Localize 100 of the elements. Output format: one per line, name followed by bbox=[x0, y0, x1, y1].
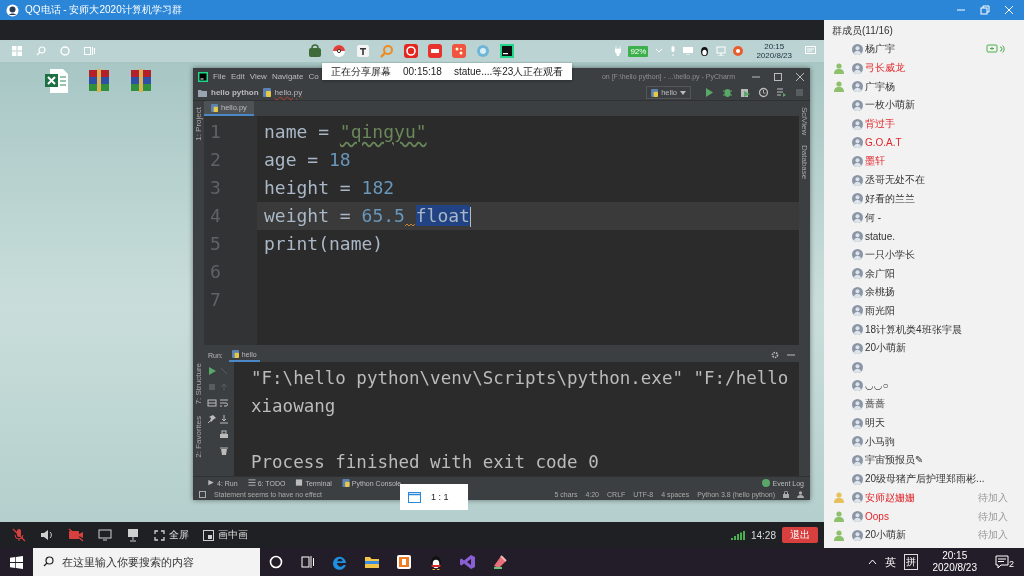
avatar-icon bbox=[852, 137, 863, 149]
fullscreen-icon bbox=[154, 529, 165, 541]
menu-item[interactable]: Co bbox=[308, 72, 319, 81]
menu-item[interactable]: File bbox=[213, 72, 226, 81]
console-line: xiaowang bbox=[251, 395, 337, 418]
lock-icon[interactable] bbox=[783, 491, 789, 498]
text-tool-icon[interactable] bbox=[356, 44, 370, 58]
terminal-icon bbox=[295, 479, 304, 487]
restore-button[interactable] bbox=[980, 5, 990, 15]
play-icon[interactable] bbox=[207, 366, 217, 376]
clock-time: 20:15 bbox=[942, 550, 968, 562]
tool-window-tab[interactable]: 2: Favorites bbox=[194, 416, 203, 459]
avatar-icon bbox=[852, 454, 863, 466]
app-icon[interactable] bbox=[428, 44, 442, 58]
member-name: 杨广宇 bbox=[865, 42, 895, 57]
avatar-icon bbox=[852, 529, 863, 541]
coverage-button[interactable] bbox=[740, 87, 751, 98]
microphone-button[interactable] bbox=[12, 528, 26, 542]
member-name: 墨轩 bbox=[865, 154, 885, 169]
tool-window-tab[interactable]: 1: Project bbox=[194, 107, 203, 141]
settings-icon[interactable] bbox=[771, 351, 779, 359]
trash-icon[interactable] bbox=[219, 446, 229, 456]
search-field[interactable]: 在这里输入你要搜索的内容 bbox=[33, 548, 260, 576]
folder-button[interactable] bbox=[364, 554, 380, 570]
code-editor-button[interactable] bbox=[460, 554, 476, 570]
tool-window-tab[interactable]: 7: Structure bbox=[194, 363, 203, 405]
breadcrumb[interactable]: hello.py bbox=[274, 88, 303, 97]
input-language[interactable]: 英 bbox=[885, 554, 897, 570]
avatar-icon bbox=[852, 43, 863, 55]
hide-icon[interactable] bbox=[787, 351, 795, 359]
python-icon bbox=[231, 350, 239, 358]
layout-icon[interactable] bbox=[207, 398, 217, 408]
avatar-icon bbox=[852, 417, 863, 429]
app-icon[interactable] bbox=[733, 46, 744, 56]
bag-icon[interactable] bbox=[308, 44, 322, 58]
avatar-icon bbox=[852, 511, 863, 523]
chevron-up-icon[interactable] bbox=[868, 559, 878, 565]
wrap-icon[interactable] bbox=[219, 398, 229, 408]
start-button[interactable] bbox=[10, 555, 23, 569]
ball-icon[interactable] bbox=[332, 44, 346, 58]
avatar-icon bbox=[852, 62, 863, 74]
zoom-ratio-button[interactable]: 1 : 1 bbox=[400, 484, 468, 510]
penguin-button[interactable] bbox=[428, 554, 444, 570]
member-name: Oops bbox=[865, 511, 889, 523]
app-icon[interactable] bbox=[404, 44, 418, 58]
ide-icon[interactable] bbox=[500, 44, 514, 58]
menu-item[interactable]: View bbox=[249, 72, 267, 81]
avatar-icon bbox=[852, 118, 863, 130]
fullscreen-button[interactable]: 全屏 bbox=[154, 528, 189, 542]
member-name: 雨光阳 bbox=[865, 303, 895, 318]
panel-title: 群成员(11/16) bbox=[831, 24, 894, 38]
cortana-button[interactable] bbox=[268, 554, 284, 570]
breadcrumb[interactable]: hello python bbox=[211, 88, 259, 97]
menu-item[interactable]: Edit bbox=[230, 72, 245, 81]
panel-icon[interactable] bbox=[199, 491, 206, 498]
close-button[interactable] bbox=[796, 72, 804, 81]
leave-button[interactable]: 退出 bbox=[782, 527, 818, 543]
print-icon[interactable] bbox=[219, 430, 229, 440]
spreadsheet-file-icon[interactable] bbox=[44, 68, 70, 94]
archive-file-icon[interactable] bbox=[128, 68, 154, 94]
window-icon bbox=[408, 491, 421, 503]
picture-in-picture-button[interactable]: 画中画 bbox=[203, 528, 248, 542]
speaker-button[interactable] bbox=[40, 528, 54, 542]
person-icon[interactable] bbox=[797, 491, 804, 498]
run-button[interactable] bbox=[704, 87, 715, 98]
camera-button[interactable] bbox=[68, 528, 84, 542]
presentation-button[interactable] bbox=[126, 528, 140, 542]
app-button[interactable] bbox=[396, 554, 412, 570]
pin-icon[interactable] bbox=[207, 414, 217, 424]
viewer-count: statue....等23人正在观看 bbox=[453, 64, 564, 79]
build-button[interactable] bbox=[776, 87, 787, 98]
input-mode[interactable]: 拼 bbox=[904, 554, 919, 570]
tool-window-tab[interactable]: SciView bbox=[800, 107, 809, 136]
avatar-icon bbox=[852, 324, 863, 336]
member-status: 待加入 bbox=[978, 528, 1008, 543]
avatar-icon bbox=[852, 361, 863, 373]
play-icon bbox=[207, 479, 215, 487]
screen-share-button[interactable] bbox=[98, 528, 112, 542]
tool-window-tab[interactable]: Database bbox=[800, 145, 809, 180]
debug-button[interactable] bbox=[722, 87, 733, 98]
penguin-icon[interactable] bbox=[700, 46, 710, 56]
console-line: Process finished with exit code 0 bbox=[251, 451, 600, 474]
maximize-button[interactable] bbox=[774, 72, 782, 81]
battery-indicator: 92% bbox=[628, 45, 649, 57]
task-view-button[interactable] bbox=[300, 554, 316, 570]
profile-button[interactable] bbox=[758, 87, 769, 98]
menu-item[interactable]: Navigate bbox=[271, 72, 304, 81]
avatar-icon bbox=[852, 436, 863, 448]
archive-file-icon[interactable] bbox=[86, 68, 112, 94]
member-name: G.O.A.T bbox=[865, 137, 902, 149]
app-button[interactable] bbox=[492, 554, 508, 570]
avatar-icon bbox=[852, 286, 863, 298]
browser-button[interactable] bbox=[332, 554, 348, 570]
scroll-end-icon[interactable] bbox=[219, 414, 229, 424]
member-name: statue. bbox=[865, 230, 896, 242]
notification-button[interactable]: 2 bbox=[991, 555, 1018, 569]
member-name: 一枚小萌新 bbox=[865, 98, 915, 113]
member-name: ◡◡○ bbox=[865, 380, 889, 392]
python-icon bbox=[341, 479, 350, 487]
app-icon[interactable] bbox=[452, 44, 466, 58]
